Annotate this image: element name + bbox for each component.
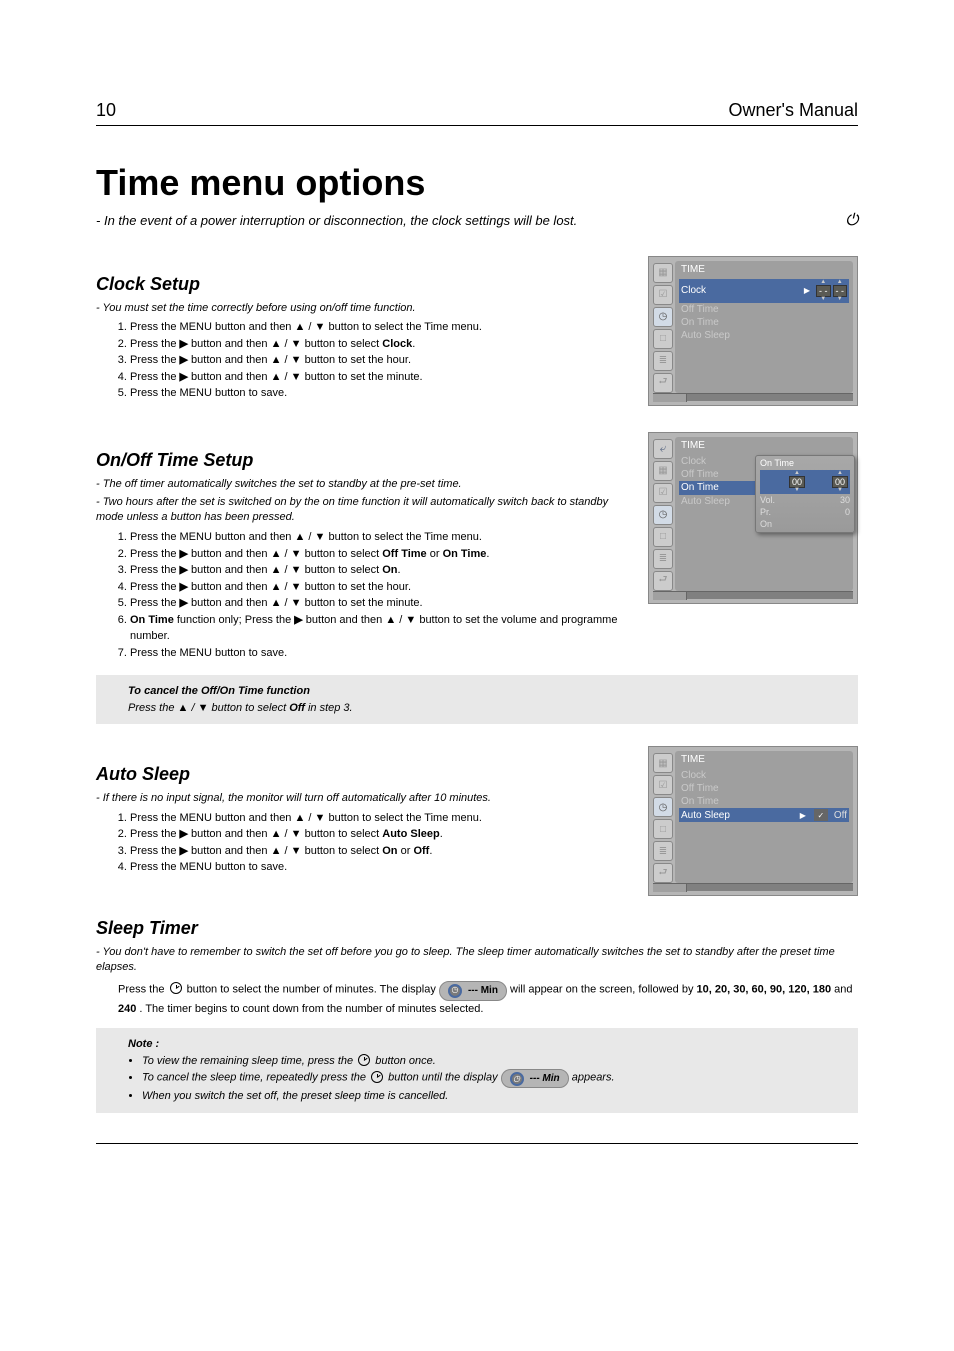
screen-icon: □ (653, 527, 673, 547)
clock-icon (358, 1054, 370, 1066)
sleeptimer-body: Press the button to select the number of… (118, 981, 858, 1019)
step-item: Press the ▶ button and then ▲ / ▼ button… (130, 336, 632, 353)
osd-title: TIME (679, 439, 849, 455)
step-item: Press the ▶ button and then ▲ / ▼ button… (130, 843, 632, 860)
picture-icon: ▦ (653, 461, 673, 481)
step-item: Press the ▶ button and then ▲ / ▼ button… (130, 579, 632, 596)
eq-icon: ≣ (653, 549, 673, 569)
autosleep-note: - If there is no input signal, the monit… (96, 791, 632, 806)
check-icon: ✓ (814, 809, 828, 821)
clock-pill-icon: ◷ (448, 984, 462, 998)
osd-row[interactable]: Off Time (679, 782, 849, 795)
osd-title: TIME (679, 263, 849, 279)
step-item: Press the ▶ button and then ▲ / ▼ button… (130, 352, 632, 369)
ontime-popup: On Time ▲00▼ ▲00▼Vol.30Pr.0On (755, 455, 855, 533)
note-item: To cancel the sleep time, repeatedly pre… (142, 1069, 848, 1088)
step-item: Press the ▶ button and then ▲ / ▼ button… (130, 546, 632, 563)
autosleep-osd: ▦ ☑ ◷ □ ≣ ⮐ TIME ClockOff TimeOn TimeAut… (648, 746, 858, 896)
clock-menu-icon: ◷ (653, 505, 673, 525)
step-item: Press the MENU button to save. (130, 385, 632, 402)
cancel-body: Press the ▲ / ▼ button to select Off in … (128, 702, 353, 714)
popup-row[interactable]: On (760, 518, 850, 530)
footer-rule (96, 1143, 858, 1144)
clock-icon (371, 1071, 383, 1083)
popup-row[interactable]: Vol.30 (760, 494, 850, 506)
header-rule (96, 125, 858, 126)
clock-menu-icon: ◷ (653, 307, 673, 327)
step-item: On Time function only; Press the ▶ butto… (130, 612, 632, 645)
osd-row[interactable]: Clock▶▲- -▼ ▲- -▼ (679, 279, 849, 303)
step-item: Press the ▶ button and then ▲ / ▼ button… (130, 595, 632, 612)
onoff-title: On/Off Time Setup (96, 450, 632, 471)
osd-icon-column: ▦ ☑ ◷ □ ≣ ⮐ (653, 261, 675, 393)
step-item: Press the MENU button and then ▲ / ▼ but… (130, 529, 632, 546)
page-number: 10 (96, 100, 116, 121)
clock-icon (170, 982, 182, 994)
lamp-icon: ☑ (653, 775, 673, 795)
step-item: Press the ▶ button and then ▲ / ▼ button… (130, 369, 632, 386)
clock-steps: Press the MENU button and then ▲ / ▼ but… (116, 319, 632, 402)
sleeptimer-note: - You don't have to remember to switch t… (96, 945, 858, 975)
eq-icon: ≣ (653, 351, 673, 371)
power-icon: ⏻ (845, 210, 858, 232)
clock-pill-icon: ◷ (510, 1072, 524, 1086)
section-heading: Time menu options (96, 162, 858, 204)
onoff-note2: - Two hours after the set is switched on… (96, 495, 632, 525)
osd-row[interactable]: Off Time (679, 303, 849, 316)
onoff-osd: ⤶ ▦ ☑ ◷ □ ≣ ⮐ TIME ClockOff TimeOn Time▶… (648, 432, 858, 604)
cancel-head: To cancel the Off/On Time function (128, 685, 310, 697)
osd-min-pill: ◷--- Min (439, 981, 507, 1001)
onoff-steps: Press the MENU button and then ▲ / ▼ but… (116, 529, 632, 661)
eq-icon: ≣ (653, 841, 673, 861)
clock-osd: ▦ ☑ ◷ □ ≣ ⮐ TIME Clock▶▲- -▼ ▲- -▼Off Ti… (648, 256, 858, 406)
clock-menu-icon: ◷ (653, 797, 673, 817)
return-icon: ⮐ (653, 571, 673, 591)
clock-note: - You must set the time correctly before… (96, 301, 632, 316)
autosleep-title: Auto Sleep (96, 764, 632, 785)
onoff-note1: - The off timer automatically switches t… (96, 477, 632, 492)
autosleep-steps: Press the MENU button and then ▲ / ▼ but… (116, 810, 632, 876)
chevron-right-icon: ▶ (800, 285, 814, 297)
lead-note-text: In the event of a power interruption or … (104, 213, 577, 228)
step-item: Press the ▶ button and then ▲ / ▼ button… (130, 562, 632, 579)
lead-note: - In the event of a power interruption o… (96, 212, 858, 230)
clock-title: Clock Setup (96, 274, 632, 295)
step-item: Press the MENU button to save. (130, 645, 632, 662)
popup-row[interactable]: ▲00▼ ▲00▼ (760, 470, 850, 494)
step-item: Press the ▶ button and then ▲ / ▼ button… (130, 826, 632, 843)
osd-row[interactable]: On Time (679, 795, 849, 808)
autosleep-section: Auto Sleep - If there is no input signal… (96, 746, 858, 896)
osd-title: TIME (679, 753, 849, 769)
note-item: When you switch the set off, the preset … (142, 1088, 848, 1105)
osd-row[interactable]: On Time (679, 316, 849, 329)
osd-row[interactable]: Auto Sleep▶✓Off (679, 808, 849, 822)
step-item: Press the MENU button and then ▲ / ▼ but… (130, 319, 632, 336)
picture-icon: ▦ (653, 753, 673, 773)
book-title: Owner's Manual (729, 100, 859, 121)
clock-section: Clock Setup - You must set the time corr… (96, 256, 858, 406)
step-item: Press the MENU button and then ▲ / ▼ but… (130, 810, 632, 827)
osd-row[interactable]: Auto Sleep (679, 329, 849, 342)
osd-min-pill: ◷--- Min (501, 1069, 569, 1088)
return-icon: ⮐ (653, 373, 673, 393)
chevron-right-icon: ▶ (796, 809, 810, 821)
return-icon: ⮐ (653, 863, 673, 883)
screen-icon: □ (653, 329, 673, 349)
notes-head: Note : (128, 1038, 159, 1050)
osd-row[interactable]: Clock (679, 769, 849, 782)
step-item: Press the MENU button to save. (130, 859, 632, 876)
popup-row[interactable]: Pr.0 (760, 506, 850, 518)
popup-title: On Time (760, 458, 850, 468)
lamp-icon: ☑ (653, 483, 673, 503)
picture-icon: ▦ (653, 263, 673, 283)
sleeptimer-notes: Note : To view the remaining sleep time,… (96, 1028, 858, 1113)
note-item: To view the remaining sleep time, press … (142, 1053, 848, 1070)
screen-icon: □ (653, 819, 673, 839)
sleeptimer-title: Sleep Timer (96, 918, 858, 939)
cancel-note: To cancel the Off/On Time function Press… (96, 675, 858, 724)
onoff-section: On/Off Time Setup - The off timer automa… (96, 432, 858, 662)
lamp-icon: ☑ (653, 285, 673, 305)
back-icon: ⤶ (653, 439, 673, 459)
